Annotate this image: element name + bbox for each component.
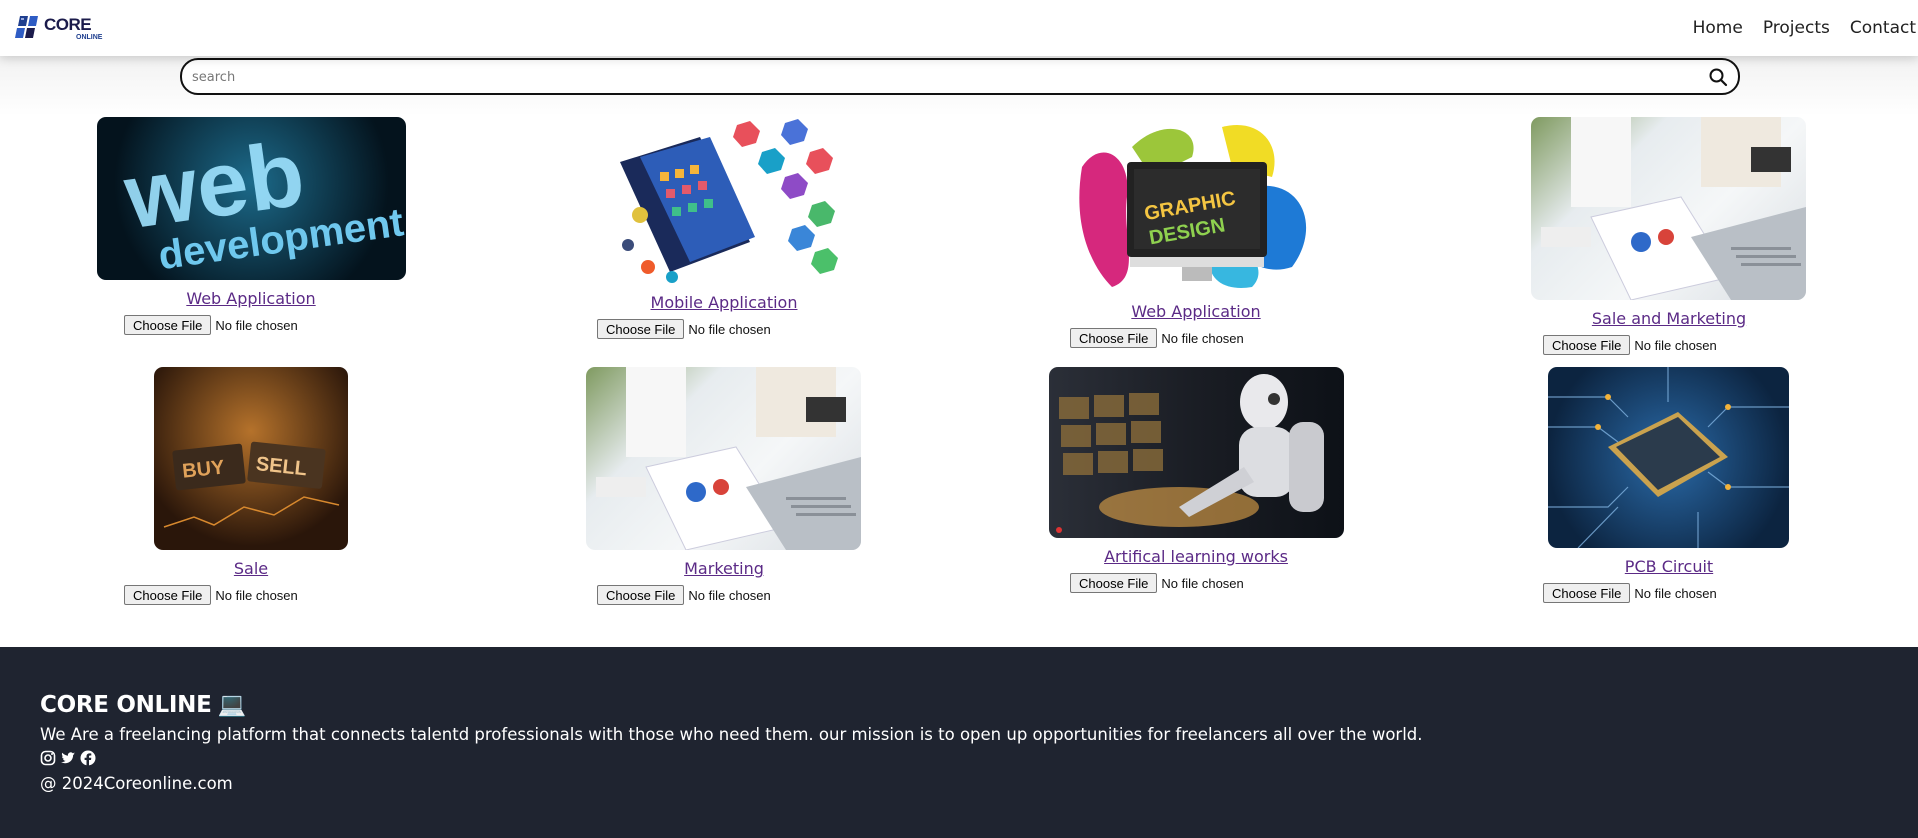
choose-file-button[interactable]: Choose File xyxy=(124,585,212,605)
nav-home-link[interactable]: Home xyxy=(1693,18,1743,38)
file-status-text: No file chosen xyxy=(1161,575,1244,591)
card-title-link[interactable]: Web Application xyxy=(1131,302,1260,321)
choose-file-button[interactable]: Choose File xyxy=(597,319,685,339)
choose-file-button[interactable]: Choose File xyxy=(1070,573,1158,593)
file-status-text: No file chosen xyxy=(688,587,771,603)
instagram-icon[interactable] xyxy=(40,750,56,766)
logo-subtext: ONLINE xyxy=(76,34,103,41)
graphic-design-image: GRAPHIC DESIGN xyxy=(1072,117,1320,301)
social-links xyxy=(40,750,100,766)
file-input: Choose File No file chosen xyxy=(597,319,771,339)
file-input: Choose File No file chosen xyxy=(1543,335,1717,355)
svg-text:BUY: BUY xyxy=(181,456,226,482)
navbar: CORE ONLINE Home Projects Contact xyxy=(0,0,1918,56)
file-input: Choose File No file chosen xyxy=(1070,573,1244,593)
choose-file-button[interactable]: Choose File xyxy=(1070,328,1158,348)
copyright-text: @ 2024Coreonline.com xyxy=(40,774,233,793)
twitter-icon[interactable] xyxy=(60,750,76,766)
facebook-icon[interactable] xyxy=(80,750,96,766)
search-input[interactable] xyxy=(192,66,1672,88)
business-charts-image xyxy=(586,367,861,550)
file-status-text: No file chosen xyxy=(688,321,771,337)
nav-menu: Home Projects Contact xyxy=(1693,18,1918,38)
choose-file-button[interactable]: Choose File xyxy=(124,315,212,335)
card-title-link[interactable]: Mobile Application xyxy=(651,293,798,312)
logo-grid-icon xyxy=(15,16,38,38)
web-development-image: web development xyxy=(97,117,406,280)
footer: CORE ONLINE 💻 We Are a freelancing platf… xyxy=(0,647,1918,838)
file-status-text: No file chosen xyxy=(1634,337,1717,353)
file-status-text: No file chosen xyxy=(1161,330,1244,346)
search-icon[interactable] xyxy=(1708,67,1728,87)
mobile-apps-image xyxy=(600,117,848,285)
card-title-link[interactable]: Sale and Marketing xyxy=(1592,309,1746,328)
file-input: Choose File No file chosen xyxy=(1070,328,1244,348)
card-title-link[interactable]: Web Application xyxy=(186,289,315,308)
footer-description: We Are a freelancing platform that conne… xyxy=(40,725,1423,744)
logo-text: CORE xyxy=(44,15,92,34)
nav-projects-link[interactable]: Projects xyxy=(1763,18,1830,38)
site-logo[interactable]: CORE ONLINE xyxy=(14,14,104,44)
choose-file-button[interactable]: Choose File xyxy=(1543,335,1631,355)
file-status-text: No file chosen xyxy=(1634,585,1717,601)
file-input: Choose File No file chosen xyxy=(597,585,771,605)
nav-contact-link[interactable]: Contact xyxy=(1850,18,1916,38)
search-bar xyxy=(180,58,1740,95)
pcb-chip-image xyxy=(1548,367,1789,548)
choose-file-button[interactable]: Choose File xyxy=(1543,583,1631,603)
file-input: Choose File No file chosen xyxy=(124,315,298,335)
card-title-link[interactable]: Marketing xyxy=(684,559,764,578)
laptop-icon: 💻 xyxy=(217,692,247,718)
file-input: Choose File No file chosen xyxy=(124,585,298,605)
buy-sell-image: BUY SELL xyxy=(154,367,348,550)
file-status-text: No file chosen xyxy=(215,317,298,333)
robot-ai-image xyxy=(1049,367,1344,538)
choose-file-button[interactable]: Choose File xyxy=(597,585,685,605)
footer-brand: CORE ONLINE 💻 xyxy=(40,691,247,719)
card-title-link[interactable]: PCB Circuit xyxy=(1625,557,1713,576)
file-status-text: No file chosen xyxy=(215,587,298,603)
card-title-link[interactable]: Artifical learning works xyxy=(1104,547,1288,566)
business-charts-image xyxy=(1531,117,1806,300)
file-input: Choose File No file chosen xyxy=(1543,583,1717,603)
card-title-link[interactable]: Sale xyxy=(234,559,268,578)
footer-brand-text: CORE ONLINE xyxy=(40,691,212,718)
